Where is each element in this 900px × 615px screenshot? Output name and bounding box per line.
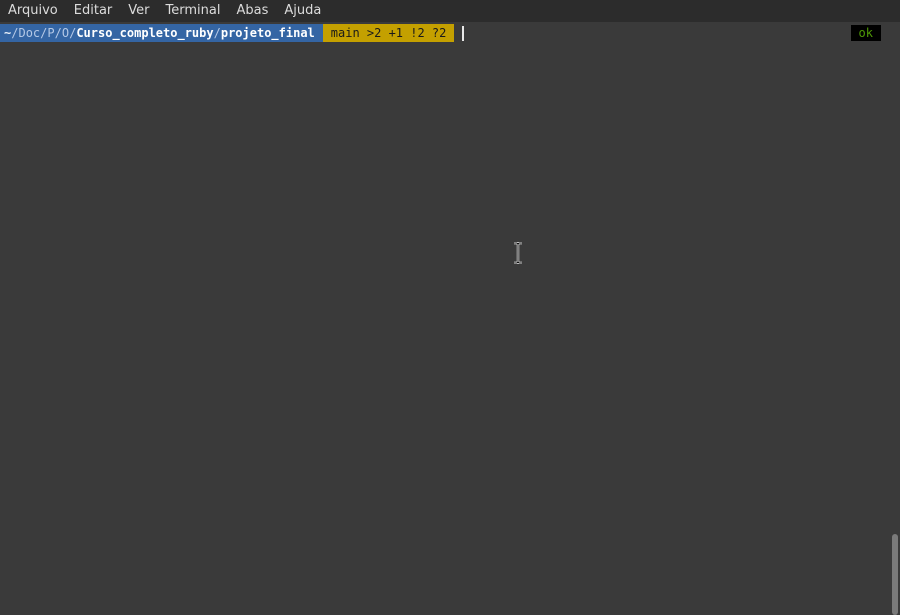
path-p: P	[47, 26, 55, 40]
menu-editar[interactable]: Editar	[66, 0, 121, 22]
path-sep: /	[213, 26, 221, 40]
prompt-line: ~ / Doc / P / O / Curso_completo_ruby / projeto_fi…	[0, 24, 465, 42]
menu-arquivo[interactable]: Arquivo	[0, 0, 66, 22]
path-home: ~	[4, 26, 12, 40]
path-sep: /	[11, 26, 19, 40]
menu-ver[interactable]: Ver	[120, 0, 157, 22]
menu-bar: Arquivo Editar Ver Terminal Abas Ajuda	[0, 0, 900, 22]
path-sep: /	[40, 26, 48, 40]
menu-abas[interactable]: Abas	[228, 0, 276, 22]
terminal-area[interactable]: ~ / Doc / P / O / Curso_completo_ruby / projeto_fi…	[0, 22, 900, 615]
prompt-path-segment: ~ / Doc / P / O / Curso_completo_ruby / projeto_fi…	[0, 24, 323, 42]
menu-terminal[interactable]: Terminal	[158, 0, 229, 22]
path-folder: projeto_final	[220, 26, 315, 40]
status-ok-badge: ok	[850, 25, 881, 41]
terminal-scrollbar[interactable]	[890, 44, 900, 615]
path-sep: /	[69, 26, 77, 40]
menu-ajuda[interactable]: Ajuda	[276, 0, 329, 22]
path-project: Curso_completo_ruby	[76, 26, 214, 40]
path-o: O	[61, 26, 70, 40]
i-beam-cursor-icon	[514, 242, 522, 264]
text-cursor	[462, 25, 465, 41]
path-sep: /	[54, 26, 62, 40]
prompt-git-segment: main >2 +1 !2 ?2	[322, 24, 455, 42]
scrollbar-thumb[interactable]	[892, 534, 898, 615]
path-doc: Doc	[18, 26, 41, 40]
